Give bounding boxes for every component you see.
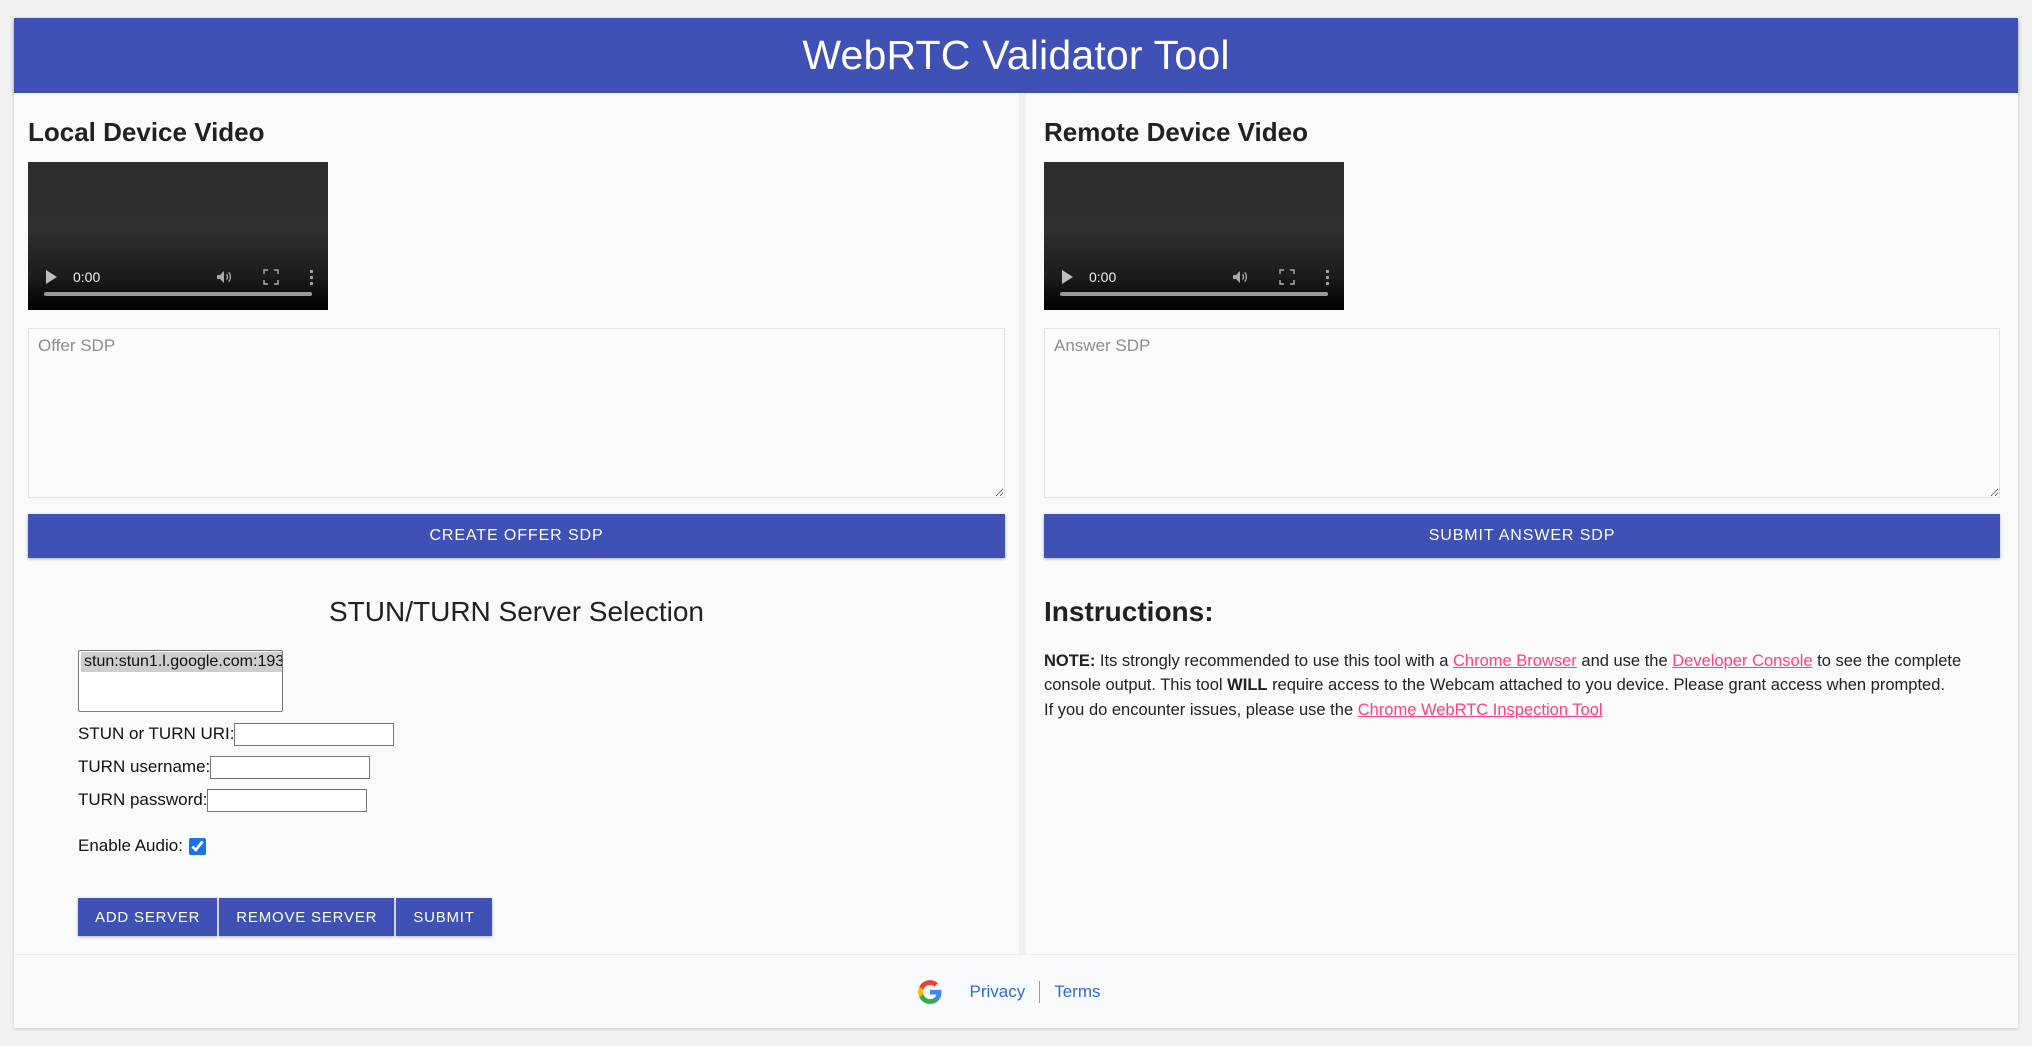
remote-video-time: 0:00	[1089, 269, 1116, 285]
server-list-select[interactable]: stun:stun1.l.google.com:19302	[78, 650, 283, 712]
local-video-progress-bar[interactable]	[44, 292, 312, 296]
fullscreen-icon[interactable]	[263, 269, 279, 285]
issues-text: If you do encounter issues, please use t…	[1044, 701, 1358, 719]
enable-audio-row: Enable Audio:	[78, 834, 1019, 858]
instructions-title: Instructions:	[1026, 558, 2018, 628]
page-footer: Privacy Terms	[14, 954, 2018, 1028]
local-video-player[interactable]: 0:00	[28, 162, 328, 310]
volume-icon[interactable]	[1231, 269, 1249, 285]
app-sheet: WebRTC Validator Tool Local Device Video…	[14, 18, 2018, 1028]
app-header: WebRTC Validator Tool	[14, 18, 2018, 93]
note-text-d: require access to the Webcam attached to…	[1267, 676, 1944, 694]
remote-video-player[interactable]: 0:00	[1044, 162, 1344, 310]
note-prefix: NOTE:	[1044, 652, 1095, 670]
note-will: WILL	[1227, 676, 1267, 694]
stun-button-group: ADD SERVER REMOVE SERVER SUBMIT	[78, 898, 1019, 936]
remote-video-controls: 0:00	[1044, 254, 1344, 310]
privacy-link[interactable]: Privacy	[955, 982, 1039, 1002]
instructions-body: NOTE: Its strongly recommended to use th…	[1026, 628, 2018, 722]
submit-button[interactable]: SUBMIT	[396, 898, 491, 936]
google-g-logo	[917, 979, 943, 1005]
turn-username-row: TURN username:	[78, 755, 1019, 779]
developer-console-link[interactable]: Developer Console	[1672, 652, 1812, 670]
page-title: WebRTC Validator Tool	[802, 35, 1229, 76]
volume-icon[interactable]	[215, 269, 233, 285]
stun-uri-label: STUN or TURN URI:	[78, 724, 234, 744]
turn-username-label: TURN username:	[78, 757, 210, 777]
chrome-webrtc-inspection-tool-link[interactable]: Chrome WebRTC Inspection Tool	[1358, 701, 1603, 719]
main-columns: Local Device Video 0:00	[14, 93, 2018, 993]
kebab-menu-icon[interactable]	[1325, 269, 1330, 286]
play-icon[interactable]	[1062, 270, 1073, 284]
answer-sdp-wrap	[1026, 310, 2018, 498]
stun-uri-row: STUN or TURN URI:	[78, 722, 1019, 746]
turn-password-label: TURN password:	[78, 790, 207, 810]
page-root: WebRTC Validator Tool Local Device Video…	[0, 0, 2032, 1046]
remove-server-button[interactable]: REMOVE SERVER	[219, 898, 394, 936]
remote-video-progress-bar[interactable]	[1060, 292, 1328, 296]
add-server-button[interactable]: ADD SERVER	[78, 898, 217, 936]
fullscreen-icon[interactable]	[1279, 269, 1295, 285]
chrome-browser-link[interactable]: Chrome Browser	[1453, 652, 1577, 670]
local-video-heading: Local Device Video	[14, 93, 1019, 148]
terms-link[interactable]: Terms	[1040, 982, 1114, 1002]
stun-uri-input[interactable]	[234, 723, 394, 746]
submit-answer-sdp-button[interactable]: SUBMIT ANSWER SDP	[1044, 514, 2000, 558]
answer-sdp-textarea[interactable]	[1044, 328, 2000, 498]
note-text-a: Its strongly recommended to use this too…	[1095, 652, 1453, 670]
turn-username-input[interactable]	[210, 756, 370, 779]
column-divider	[1019, 93, 1026, 993]
stun-form: stun:stun1.l.google.com:19302 STUN or TU…	[14, 628, 1019, 936]
enable-audio-checkbox[interactable]	[189, 838, 206, 855]
stun-panel-title: STUN/TURN Server Selection	[14, 558, 1019, 628]
offer-sdp-wrap	[14, 310, 1019, 498]
create-offer-sdp-button[interactable]: CREATE OFFER SDP	[28, 514, 1005, 558]
server-option[interactable]: stun:stun1.l.google.com:19302	[81, 652, 282, 672]
turn-password-input[interactable]	[207, 789, 367, 812]
instructions-issues: If you do encounter issues, please use t…	[1044, 699, 1992, 722]
turn-password-row: TURN password:	[78, 788, 1019, 812]
kebab-menu-icon[interactable]	[309, 269, 314, 286]
local-video-time: 0:00	[73, 269, 100, 285]
local-video-controls: 0:00	[28, 254, 328, 310]
remote-video-heading: Remote Device Video	[1026, 93, 2018, 148]
offer-sdp-textarea[interactable]	[28, 328, 1005, 498]
note-text-b: and use the	[1577, 652, 1672, 670]
enable-audio-label: Enable Audio:	[78, 836, 183, 856]
remote-column: Remote Device Video 0:00	[1026, 93, 2018, 993]
instructions-note: NOTE: Its strongly recommended to use th…	[1044, 650, 1992, 697]
local-column: Local Device Video 0:00	[14, 93, 1019, 993]
play-icon[interactable]	[46, 270, 57, 284]
